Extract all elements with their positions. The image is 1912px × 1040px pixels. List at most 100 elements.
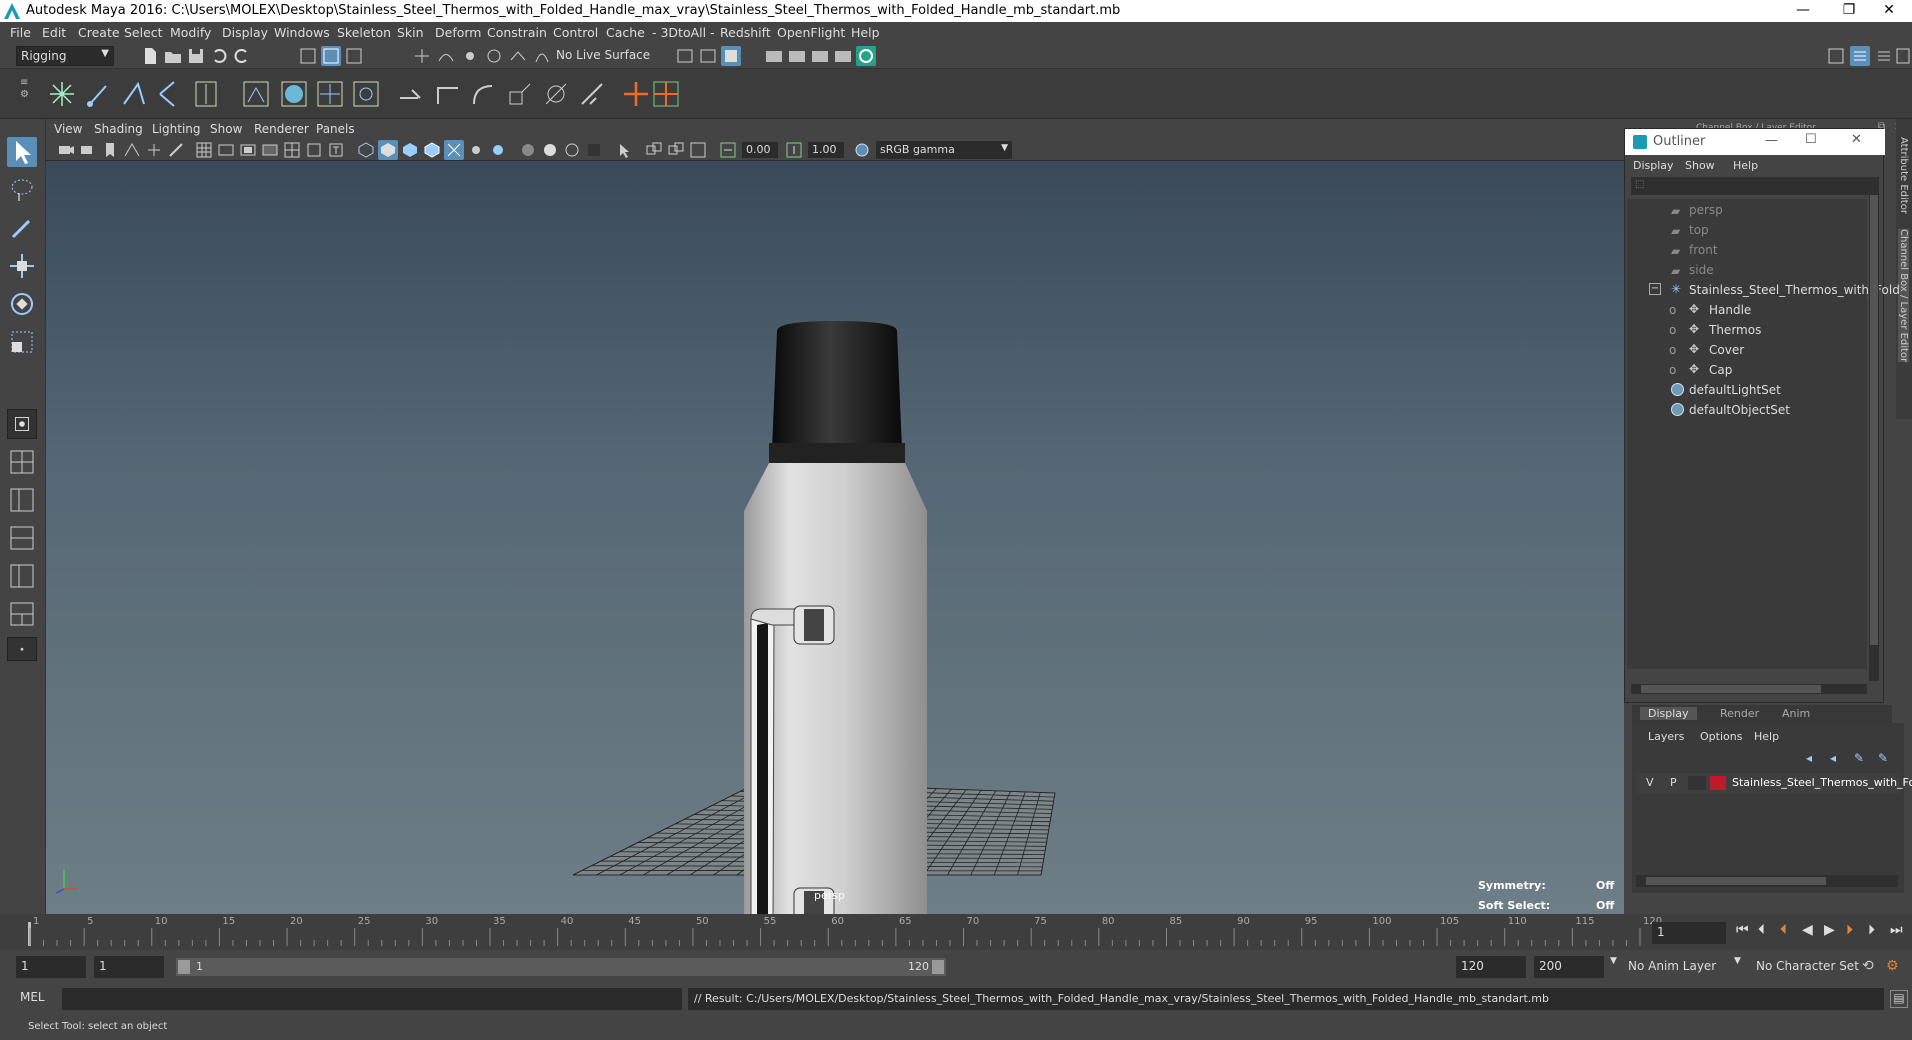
outliner-item[interactable]: ▰ persp [1627, 201, 1867, 220]
step-back-key-icon[interactable]: ⏴ [1780, 922, 1787, 938]
select-camera-icon[interactable] [56, 140, 76, 160]
go-to-start-icon[interactable]: ⏮ [1736, 922, 1749, 938]
textured-icon[interactable] [466, 140, 486, 160]
gate-mask-icon[interactable] [260, 140, 280, 160]
outliner-item[interactable]: o ✥ Handle [1627, 301, 1867, 320]
anti-aliasing-icon[interactable] [584, 140, 604, 160]
range-start-handle[interactable] [178, 960, 190, 974]
menu-set-dropdown[interactable]: Rigging ▼ [16, 46, 114, 66]
rigid-bind-icon[interactable] [314, 78, 346, 110]
character-set-dropdown[interactable]: ▼ No Character Set [1734, 956, 1874, 978]
outliner-vertical-scrollbar[interactable] [1869, 185, 1879, 681]
wireframe-on-shaded-icon[interactable] [422, 140, 442, 160]
gamma-field[interactable]: 1.00 [808, 142, 844, 158]
safe-title-icon[interactable] [326, 140, 346, 160]
select-tool-icon[interactable] [7, 137, 37, 167]
menu-3dtoall[interactable]: - 3DtoAll - [652, 25, 715, 40]
xray-components-icon[interactable] [666, 140, 686, 160]
menu-modify[interactable]: Modify [170, 25, 211, 40]
menu-redshift[interactable]: Redshift [720, 25, 771, 40]
single-perspective-layout-icon[interactable] [7, 409, 37, 439]
vp-menu-lighting[interactable]: Lighting [152, 122, 201, 136]
outliner-horizontal-scrollbar[interactable] [1631, 684, 1867, 694]
menu-cache[interactable]: Cache [606, 25, 645, 40]
snap-curve-icon[interactable] [436, 46, 456, 66]
hypershade-layout-icon[interactable] [7, 599, 37, 629]
anim-layer-dropdown[interactable]: ▼ No Anim Layer [1610, 956, 1736, 978]
outliner-item[interactable]: defaultObjectSet [1627, 401, 1867, 420]
new-scene-icon[interactable] [140, 46, 160, 66]
perspective-viewport[interactable]: persp Symmetry: Off Soft Select: Off [46, 161, 1624, 914]
layer-scroll-thumb[interactable] [1646, 877, 1826, 885]
modeling-toolkit-icon[interactable] [1826, 46, 1846, 66]
step-forward-key-icon[interactable]: ⏵ [1846, 922, 1853, 938]
auto-key-icon[interactable]: ⟲ [1862, 958, 1882, 978]
vp-menu-view[interactable]: View [54, 122, 82, 136]
snap-view-icon[interactable] [484, 46, 504, 66]
create-joints-icon[interactable] [82, 78, 114, 110]
script-editor-icon[interactable]: ▤ [1890, 990, 1908, 1008]
outliner-search-field[interactable]: ⬚ [1631, 177, 1879, 195]
menu-skeleton[interactable]: Skeleton [337, 25, 391, 40]
animation-preferences-icon[interactable]: ⚙ [1886, 958, 1906, 978]
field-chart-icon[interactable] [282, 140, 302, 160]
animation-start-field[interactable]: 1 [16, 956, 86, 978]
save-scene-icon[interactable] [186, 46, 206, 66]
layer-display-type[interactable] [1688, 776, 1706, 790]
create-locator-icon[interactable] [46, 78, 78, 110]
orient-constraint-icon[interactable] [468, 78, 500, 110]
hypershade-icon[interactable] [856, 46, 876, 66]
grease-pencil-icon[interactable] [166, 140, 186, 160]
vp-menu-shading[interactable]: Shading [94, 122, 143, 136]
outliner-show-menu[interactable]: Show [1685, 159, 1715, 172]
outliner-item[interactable]: ▰ front [1627, 241, 1867, 260]
render-settings-icon[interactable] [833, 46, 853, 66]
snap-point-icon[interactable] [460, 46, 480, 66]
resolution-gate-icon[interactable] [238, 140, 258, 160]
snap-surface-icon[interactable] [508, 46, 528, 66]
menu-file[interactable]: File [10, 25, 31, 40]
menu-help[interactable]: Help [851, 25, 880, 40]
make-live-icon[interactable] [532, 46, 552, 66]
new-layer-from-selected-icon[interactable]: ✎ [1878, 751, 1896, 767]
tool-settings-toggle-icon[interactable] [1894, 46, 1912, 66]
smooth-shade-icon[interactable] [378, 140, 398, 160]
menu-skin[interactable]: Skin [397, 25, 424, 40]
exposure-field[interactable]: 0.00 [742, 142, 778, 158]
outliner-hscroll-thumb[interactable] [1641, 685, 1821, 693]
range-end-handle[interactable] [932, 960, 944, 974]
tab-anim[interactable]: Anim [1782, 707, 1810, 720]
orient-joints-icon[interactable] [190, 78, 222, 110]
outliner-item[interactable]: defaultLightSet [1627, 381, 1867, 400]
outliner-item[interactable]: ▰ top [1627, 221, 1867, 240]
playback-start-field[interactable]: 1 [94, 956, 164, 978]
layer-horizontal-scrollbar[interactable] [1636, 875, 1898, 887]
cluster-icon[interactable] [650, 78, 682, 110]
lasso-tool-icon[interactable] [7, 175, 37, 205]
attribute-editor-tab[interactable]: Attribute Editor [1898, 137, 1909, 214]
layer-visibility-toggle[interactable]: V [1646, 776, 1654, 789]
time-slider[interactable]: 1 5 10 15 20 25 30 35 40 45 50 55 60 65 70 75 80 85 90 95 10… [0, 914, 1912, 950]
select-hierarchy-icon[interactable] [298, 46, 318, 66]
step-back-frame-icon[interactable]: ⏴ [1758, 922, 1765, 938]
default-material-icon[interactable] [400, 140, 420, 160]
step-forward-frame-icon[interactable]: ⏵ [1868, 922, 1875, 938]
playback-end-field[interactable]: 120 [1456, 956, 1526, 978]
outliner-item[interactable]: o ✥ Cap [1627, 361, 1867, 380]
smooth-bind-icon[interactable] [278, 78, 310, 110]
collapse-icon[interactable]: − [1649, 283, 1661, 295]
open-scene-icon[interactable] [163, 46, 183, 66]
grid-toggle-icon[interactable] [194, 140, 214, 160]
outliner-item[interactable]: ▰ side [1627, 261, 1867, 280]
layers-menu[interactable]: Layers [1648, 730, 1684, 743]
xray-joints-icon[interactable] [644, 140, 664, 160]
outliner-close-button[interactable]: ✕ [1851, 132, 1862, 147]
outliner-help-menu[interactable]: Help [1733, 159, 1758, 172]
help-menu[interactable]: Help [1754, 730, 1779, 743]
shelf-options-icon[interactable]: ≡ ⚙ [20, 77, 34, 111]
new-empty-layer-icon[interactable]: ✎ [1854, 751, 1872, 767]
safe-action-icon[interactable] [304, 140, 324, 160]
current-frame-field[interactable]: 1 [1652, 922, 1726, 944]
render-frame-icon[interactable] [787, 46, 807, 66]
undo-icon[interactable] [209, 46, 229, 66]
